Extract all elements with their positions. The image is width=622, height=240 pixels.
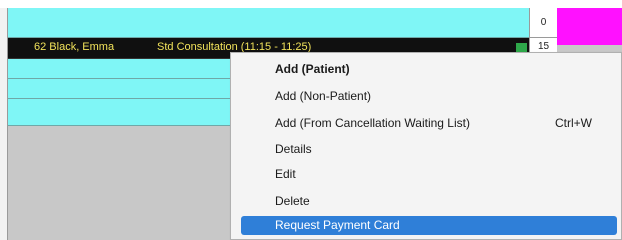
menu-item-label: Details [275,142,312,156]
menu-item-label: Add (Patient) [275,62,350,76]
menu-item-add-non-patient[interactable]: Add (Non-Patient) [241,85,617,107]
menu-item-shortcut: Ctrl+W [555,116,592,130]
free-slot-row[interactable] [8,8,529,38]
menu-item-details[interactable]: Details [241,138,617,160]
menu-item-add-patient[interactable]: Add (Patient) [241,58,617,80]
context-menu: Add (Patient) Add (Non-Patient) Add (Fro… [230,52,622,240]
appointment-status-marker [516,43,527,52]
menu-item-add-from-waiting-list[interactable]: Add (From Cancellation Waiting List) Ctr… [241,112,617,134]
menu-item-label: Add (From Cancellation Waiting List) [275,116,470,130]
menu-item-label: Add (Non-Patient) [275,89,372,103]
menu-item-edit[interactable]: Edit [241,163,617,185]
menu-item-delete[interactable]: Delete [241,190,617,212]
time-label: 0 [529,8,557,38]
menu-item-label: Request Payment Card [275,218,400,232]
menu-item-request-payment-card[interactable]: Request Payment Card [241,216,617,235]
adjacent-column-slot[interactable] [557,8,622,45]
left-edge [0,8,8,240]
appointment-patient-name: 62 Black, Emma [34,41,115,53]
menu-item-label: Delete [275,194,310,208]
menu-item-label: Edit [275,167,296,181]
